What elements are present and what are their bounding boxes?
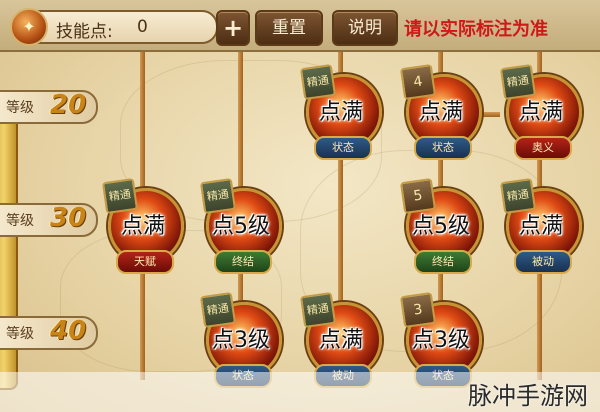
- skill-node[interactable]: 精通 点满 天赋: [101, 177, 184, 276]
- disclaimer-note: 请以实际标注为准: [404, 19, 548, 40]
- skill-points-display: ✦ 技能点: 0: [10, 8, 218, 46]
- skill-type-tag: 状态: [314, 136, 372, 160]
- skill-node[interactable]: 精通 点满 状态: [299, 63, 382, 162]
- help-button[interactable]: 说明: [332, 10, 398, 46]
- level-label: 等级: [6, 213, 34, 229]
- level-marker: 等级 30: [0, 203, 98, 237]
- skill-emblem-icon: ✦: [10, 8, 48, 46]
- skill-node[interactable]: 精通 点满 奥义: [499, 63, 582, 162]
- watermark: 脉冲手游网: [468, 382, 588, 410]
- top-bar: ✦ 技能点: 0 + 重置 说明 请以实际标注为准: [0, 0, 600, 52]
- skill-instruction: 点满: [518, 214, 563, 239]
- skill-node[interactable]: 精通 点满 被动: [499, 177, 582, 276]
- level-value: 30: [50, 203, 87, 233]
- level-value: 20: [50, 90, 87, 120]
- level-value: 40: [50, 316, 87, 346]
- skill-type-tag: 被动: [514, 250, 572, 274]
- skill-instruction: 点3级: [212, 328, 270, 353]
- level-label: 等级: [6, 100, 34, 116]
- level-label: 等级: [6, 326, 34, 342]
- reset-button[interactable]: 重置: [255, 10, 323, 46]
- add-skill-points-button[interactable]: +: [216, 10, 250, 46]
- skill-type-tag: 天赋: [116, 250, 174, 274]
- skill-instruction: 点5级: [412, 214, 470, 239]
- skill-node[interactable]: 精通 点5级 终结: [199, 177, 282, 276]
- skill-type-tag: 终结: [414, 250, 472, 274]
- skill-instruction: 点3级: [412, 328, 470, 353]
- skill-instruction: 点5级: [212, 214, 270, 239]
- level-marker: 等级 20: [0, 90, 98, 124]
- skill-instruction: 点满: [418, 100, 463, 125]
- skill-instruction: 点满: [318, 100, 363, 125]
- skill-instruction: 点满: [318, 328, 363, 353]
- skill-tree-panel: ✦ 技能点: 0 + 重置 说明 请以实际标注为准 等级 20 等级 30 等级…: [0, 0, 600, 412]
- skill-instruction: 点满: [120, 214, 165, 239]
- skill-instruction: 点满: [518, 100, 563, 125]
- skill-type-tag: 奥义: [514, 136, 572, 160]
- skill-points-label: 技能点:: [56, 22, 113, 42]
- skill-type-tag: 状态: [414, 136, 472, 160]
- skill-node[interactable]: 4 点满 状态: [399, 63, 482, 162]
- level-marker: 等级 40: [0, 316, 98, 350]
- skill-type-tag: 终结: [214, 250, 272, 274]
- skill-points-value: 0: [137, 17, 148, 37]
- skill-node[interactable]: 5 点5级 终结: [399, 177, 482, 276]
